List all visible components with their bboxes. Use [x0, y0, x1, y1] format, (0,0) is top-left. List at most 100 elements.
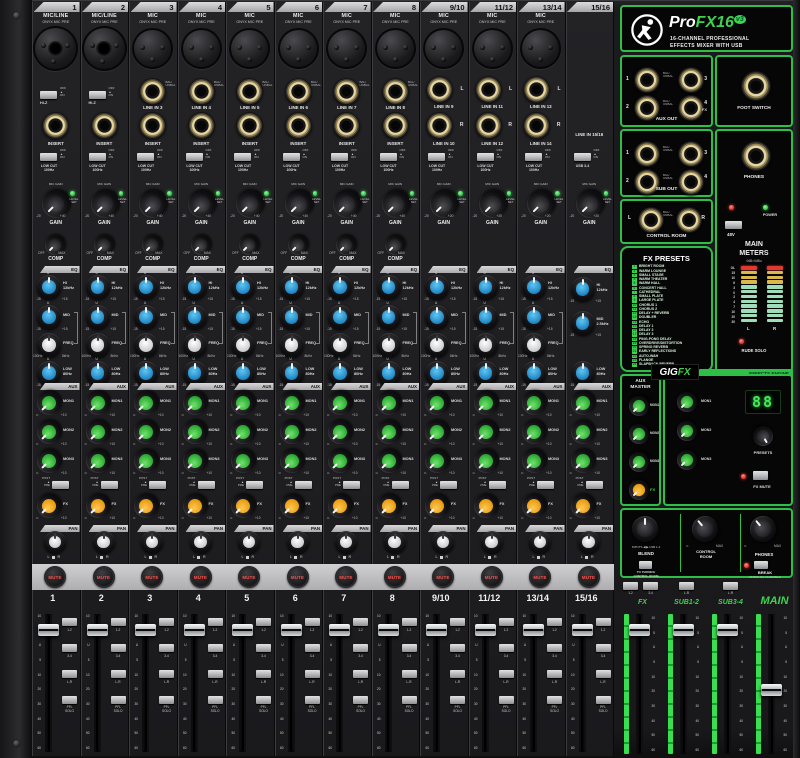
low-cut-switch[interactable]: [137, 153, 154, 161]
eq-mid-knob[interactable]: [522, 305, 546, 329]
eq-hi-knob[interactable]: [570, 277, 595, 301]
pfl-solo-button[interactable]: [62, 696, 77, 704]
pfl-solo-button[interactable]: [547, 696, 562, 704]
assign-1-2-button[interactable]: [62, 618, 77, 626]
eq-mid-knob[interactable]: [182, 305, 207, 329]
channel-fader[interactable]: [38, 624, 59, 636]
control-room-knob[interactable]: [686, 510, 724, 548]
pan-knob[interactable]: [529, 531, 551, 553]
fx-master-knob[interactable]: [624, 475, 654, 505]
assign-l-r-button[interactable]: [159, 670, 174, 678]
eq-low-knob[interactable]: [425, 361, 449, 385]
eq-low-knob[interactable]: [473, 361, 498, 385]
channel-fader[interactable]: [523, 624, 544, 636]
eq-hi-knob[interactable]: [473, 275, 498, 299]
pan-knob[interactable]: [432, 531, 454, 553]
assign-1-2-button[interactable]: [256, 618, 271, 626]
low-cut-switch[interactable]: [428, 153, 445, 161]
aux-master-mon1-knob[interactable]: [624, 391, 654, 421]
assign-l-r-button[interactable]: [304, 670, 320, 678]
channel-fader[interactable]: [183, 624, 205, 636]
eq-mid-knob[interactable]: [328, 305, 352, 329]
sub-assign-l-r-button[interactable]: [723, 582, 738, 590]
channel-fader[interactable]: [280, 624, 302, 636]
to-phones-control-room-button[interactable]: [639, 561, 652, 569]
eq-low-knob[interactable]: [231, 361, 255, 385]
eq-low-knob[interactable]: [37, 361, 61, 385]
eq-hi-knob[interactable]: [425, 275, 449, 299]
eq-mid-knob[interactable]: [570, 311, 595, 335]
assign-1-2-button[interactable]: [304, 618, 320, 626]
eq-low-knob[interactable]: [570, 361, 595, 385]
post-pre-switch[interactable]: [440, 481, 457, 489]
eq-hi-knob[interactable]: [279, 275, 304, 299]
mute-button[interactable]: MUTE: [92, 566, 115, 588]
mute-button[interactable]: MUTE: [480, 566, 503, 588]
assign-l-r-button[interactable]: [595, 670, 611, 678]
hi-z-switch[interactable]: [88, 91, 106, 99]
assign-l-r-button[interactable]: [110, 670, 126, 678]
eq-low-knob[interactable]: [279, 361, 304, 385]
pfl-solo-button[interactable]: [110, 696, 126, 704]
low-cut-switch[interactable]: [331, 153, 348, 161]
pan-knob[interactable]: [335, 531, 357, 553]
mute-button[interactable]: MUTE: [141, 566, 163, 588]
assign-l-r-button[interactable]: [353, 670, 368, 678]
pan-knob[interactable]: [92, 531, 115, 553]
eq-hi-knob[interactable]: [134, 275, 158, 299]
fx-assign-3-4-button[interactable]: [643, 582, 658, 590]
mute-button[interactable]: MUTE: [335, 566, 357, 588]
eq-mid-knob[interactable]: [85, 305, 110, 329]
eq-low-knob[interactable]: [134, 361, 158, 385]
assign-1-2-button[interactable]: [110, 618, 126, 626]
mute-button[interactable]: MUTE: [238, 566, 260, 588]
post-pre-switch[interactable]: [391, 481, 409, 489]
pfl-solo-button[interactable]: [450, 696, 465, 704]
hi-z-switch[interactable]: [40, 91, 57, 99]
assign-1-2-button[interactable]: [498, 618, 514, 626]
mute-button[interactable]: MUTE: [529, 566, 551, 588]
aux-master-mon3-knob[interactable]: [624, 447, 654, 477]
assign-3-4-button[interactable]: [159, 644, 174, 652]
assign-1-2-button[interactable]: [159, 618, 174, 626]
eq-hi-knob[interactable]: [37, 275, 61, 299]
usb-3-4-switch[interactable]: [573, 153, 591, 161]
channel-fader[interactable]: [329, 624, 350, 636]
post-pre-switch[interactable]: [488, 481, 506, 489]
aux-master-mon2-knob[interactable]: [624, 419, 654, 449]
low-cut-switch[interactable]: [282, 153, 300, 161]
assign-l-r-button[interactable]: [207, 670, 223, 678]
channel-fader[interactable]: [426, 624, 447, 636]
channel-fader[interactable]: [135, 624, 156, 636]
pan-knob[interactable]: [238, 531, 260, 553]
assign-l-r-button[interactable]: [256, 670, 271, 678]
channel-fader[interactable]: [232, 624, 253, 636]
assign-3-4-button[interactable]: [547, 644, 562, 652]
pfl-solo-button[interactable]: [353, 696, 368, 704]
eq-low-knob[interactable]: [522, 361, 546, 385]
mute-button[interactable]: MUTE: [383, 566, 406, 588]
post-pre-switch[interactable]: [197, 481, 215, 489]
assign-1-2-button[interactable]: [401, 618, 417, 626]
break-button[interactable]: [754, 561, 768, 569]
pfl-solo-button[interactable]: [159, 696, 174, 704]
pan-knob[interactable]: [141, 531, 163, 553]
assign-3-4-button[interactable]: [207, 644, 223, 652]
assign-l-r-button[interactable]: [498, 670, 514, 678]
sub-assign-l-r-button[interactable]: [679, 582, 694, 590]
fx-mute-switch[interactable]: [753, 471, 768, 480]
assign-3-4-button[interactable]: [304, 644, 320, 652]
post-pre-switch[interactable]: [52, 481, 69, 489]
low-cut-switch[interactable]: [40, 153, 57, 161]
pan-knob[interactable]: [577, 531, 600, 553]
channel-fader[interactable]: [377, 624, 399, 636]
assign-3-4-button[interactable]: [353, 644, 368, 652]
eq-mid-knob[interactable]: [37, 305, 61, 329]
assign-l-r-button[interactable]: [450, 670, 465, 678]
eq-mid-knob[interactable]: [279, 305, 304, 329]
assign-3-4-button[interactable]: [256, 644, 271, 652]
mute-button[interactable]: MUTE: [286, 566, 309, 588]
channel-fader[interactable]: [86, 624, 108, 636]
pan-knob[interactable]: [383, 531, 406, 553]
low-cut-switch[interactable]: [185, 153, 203, 161]
